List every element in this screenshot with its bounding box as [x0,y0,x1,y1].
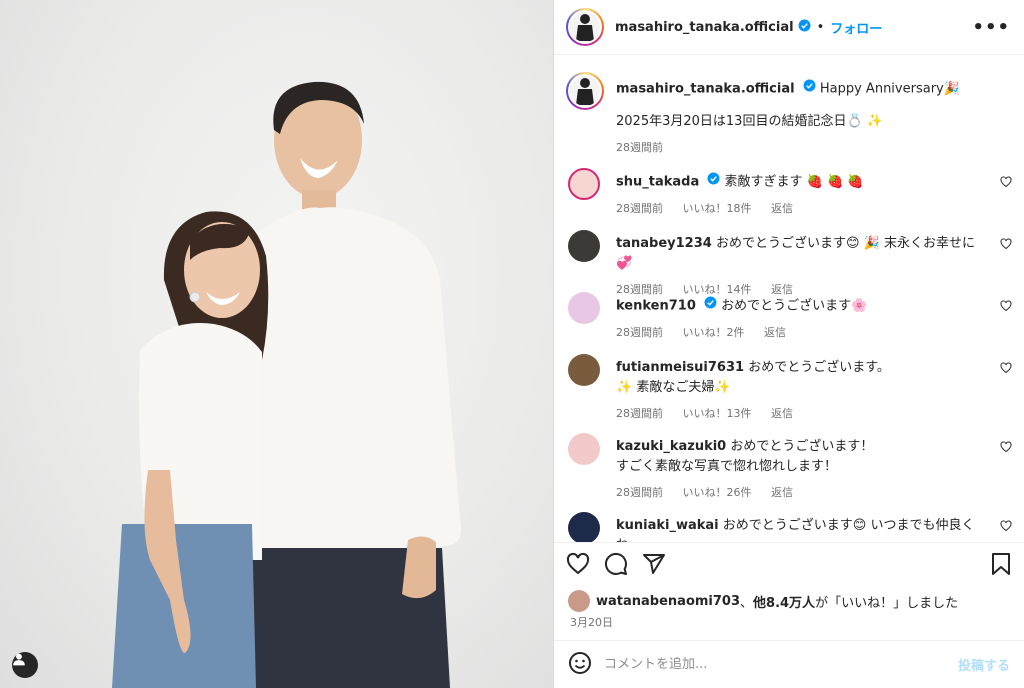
caption-tagline: Happy Anniversary🎉 [819,81,960,97]
comment-text: おめでとうございます！ [730,439,874,454]
post-side-panel: masahiro_tanaka.official • フォロー ••• masa… [553,0,1024,688]
comment-likes[interactable]: いいね！18件 [683,202,752,215]
comment-item: kenken710 おめでとうございます🌸 28週間前 いいね！2件 返信 [566,292,1012,343]
likes-suffix: が「いいね！」しました [815,595,959,611]
likes-summary: watanabenaomi703 、 他8.4万人 が「いいね！」しました [568,590,1018,612]
comment-likes[interactable]: いいね！26件 [683,486,752,499]
comment-username[interactable]: shu_takada [616,175,699,190]
commenter-avatar[interactable] [568,354,600,386]
verified-icon [803,79,816,99]
user-tag-icon[interactable] [12,652,38,678]
comment-item: tanabey1234 おめでとうございます😊 🎉 末永くお幸せに💞 28週間前… [566,230,1012,300]
comment-time[interactable]: 28週間前 [616,407,663,420]
comment-username[interactable]: kenken710 [616,299,696,314]
reply-button[interactable]: 返信 [771,407,793,420]
author-username[interactable]: masahiro_tanaka.official [615,20,794,35]
commenter-avatar[interactable] [568,230,600,262]
comment-item: futianmeisui7631 おめでとうございます。 ✨ 素敵なご夫婦✨ 2… [566,354,1012,424]
comment-text-line2: すごく素敵な写真で惚れ惚れします！ [616,459,838,474]
comment-item: kuniaki_wakai おめでとうございます😊 いつまでも仲良くねー ❤️ [566,512,1012,542]
add-comment-bar: 投稿する [554,640,1024,688]
heart-icon[interactable] [1000,176,1012,192]
comment-username[interactable]: kuniaki_wakai [616,518,719,533]
likes-others[interactable]: 他8.4万人 [753,592,815,611]
post-date[interactable]: 3月20日 [570,614,613,630]
comment-icon[interactable] [604,552,628,580]
heart-icon[interactable] [1000,441,1012,457]
commenter-avatar[interactable] [568,433,600,465]
liker-avatar[interactable] [568,590,590,612]
heart-icon[interactable] [566,552,590,580]
commenter-avatar[interactable] [568,168,600,200]
post-photo[interactable] [0,0,553,688]
liker-username[interactable]: watanabenaomi703 [596,594,740,609]
comment-username[interactable]: tanabey1234 [616,236,712,251]
post-caption: masahiro_tanaka.official Happy Anniversa… [566,72,1006,158]
caption-avatar[interactable] [566,72,604,110]
comment-likes[interactable]: いいね！2件 [683,326,745,339]
comment-text: 素敵すぎます 🍓 🍓 🍓 [724,174,864,190]
share-icon[interactable] [642,552,666,580]
likes-separator: 、 [740,595,754,611]
man-shirt [256,207,462,560]
reply-button[interactable]: 返信 [771,202,793,215]
caption-username[interactable]: masahiro_tanaka.official [616,82,795,97]
heart-icon[interactable] [1000,520,1012,536]
comments-list[interactable]: masahiro_tanaka.official Happy Anniversa… [554,56,1024,542]
post-header: masahiro_tanaka.official • フォロー ••• [554,0,1024,55]
emoji-icon[interactable] [568,651,592,679]
comment-time[interactable]: 28週間前 [616,326,663,339]
bookmark-icon[interactable] [990,552,1012,580]
caption-text: 2025年3月20日は13回目の結婚記念日💍 ✨ [616,113,883,129]
comment-text: おめでとうございます。 [748,360,890,375]
commenter-avatar[interactable] [568,292,600,324]
post-comment-button[interactable]: 投稿する [958,655,1010,674]
reply-button[interactable]: 返信 [771,486,793,499]
comment-time[interactable]: 28週間前 [616,486,663,499]
heart-icon[interactable] [1000,238,1012,254]
action-bar [554,542,1024,588]
follow-button[interactable]: フォロー [830,18,882,37]
reply-button[interactable]: 返信 [764,326,786,339]
comment-text-line2: ✨ 素敵なご夫婦✨ [616,380,731,395]
author-avatar[interactable] [566,8,604,46]
verified-icon [707,172,720,192]
comment-time[interactable]: 28週間前 [616,202,663,215]
comment-item: shu_takada 素敵すぎます 🍓 🍓 🍓 28週間前 いいね！18件 返信 [566,168,1012,219]
commenter-avatar[interactable] [568,512,600,542]
couple-photo-illustration [112,81,462,688]
comment-input[interactable] [604,657,958,672]
comment-item: kazuki_kazuki0 おめでとうございます！ すごく素敵な写真で惚れ惚れ… [566,433,1012,503]
verified-icon [798,19,811,36]
separator-dot: • [816,19,825,35]
more-icon[interactable]: ••• [972,17,1010,38]
verified-icon [704,296,717,316]
heart-icon[interactable] [1000,300,1012,316]
heart-icon[interactable] [1000,362,1012,378]
comment-text: おめでとうございます🌸 [721,298,868,314]
comment-likes[interactable]: いいね！13件 [683,407,752,420]
comment-username[interactable]: futianmeisui7631 [616,360,744,375]
comment-username[interactable]: kazuki_kazuki0 [616,439,726,454]
caption-time[interactable]: 28週間前 [616,141,663,154]
